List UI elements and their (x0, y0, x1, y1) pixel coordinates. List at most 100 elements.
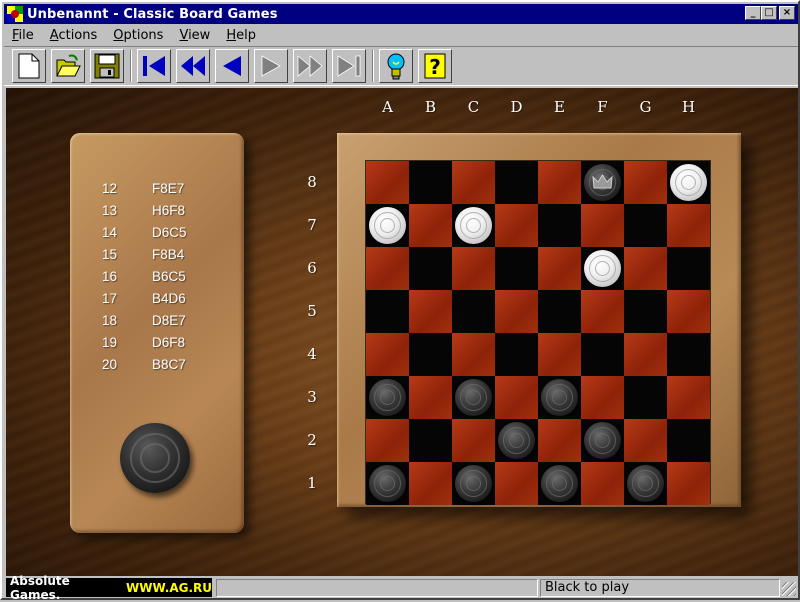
board-square-b6[interactable] (409, 247, 452, 290)
board-square-a6[interactable] (366, 247, 409, 290)
menu-view[interactable]: View (171, 28, 218, 43)
new-button[interactable] (12, 49, 46, 83)
resize-grip[interactable] (782, 582, 796, 596)
minimize-button[interactable]: _ (745, 6, 761, 20)
board-square-f6[interactable] (581, 247, 624, 290)
board-square-h2[interactable] (667, 419, 710, 462)
dark-piece[interactable] (455, 379, 492, 416)
board-square-d4[interactable] (495, 333, 538, 376)
save-button[interactable] (90, 49, 124, 83)
step-forward-button[interactable] (254, 49, 288, 83)
board-square-g3[interactable] (624, 376, 667, 419)
board-square-a5[interactable] (366, 290, 409, 333)
last-move-button[interactable] (332, 49, 366, 83)
help-button[interactable]: ? (418, 49, 452, 83)
board-square-c7[interactable] (452, 204, 495, 247)
board-square-b1[interactable] (409, 462, 452, 505)
board-square-c4[interactable] (452, 333, 495, 376)
board-square-d7[interactable] (495, 204, 538, 247)
white-piece[interactable] (584, 250, 621, 287)
board-square-a7[interactable] (366, 204, 409, 247)
white-piece[interactable] (369, 207, 406, 244)
board-square-a2[interactable] (366, 419, 409, 462)
board-square-g2[interactable] (624, 419, 667, 462)
rewind-button[interactable] (176, 49, 210, 83)
board-square-e8[interactable] (538, 161, 581, 204)
board-square-c8[interactable] (452, 161, 495, 204)
menu-help[interactable]: Help (218, 28, 264, 43)
dark-piece[interactable] (498, 422, 535, 459)
board-square-b8[interactable] (409, 161, 452, 204)
board-square-e2[interactable] (538, 419, 581, 462)
board-square-c6[interactable] (452, 247, 495, 290)
white-piece[interactable] (455, 207, 492, 244)
board-square-e1[interactable] (538, 462, 581, 505)
board-square-e4[interactable] (538, 333, 581, 376)
board-square-e7[interactable] (538, 204, 581, 247)
maximize-button[interactable]: □ (761, 6, 777, 20)
board-square-e6[interactable] (538, 247, 581, 290)
dark-piece[interactable] (369, 465, 406, 502)
board-square-a3[interactable] (366, 376, 409, 419)
board-square-g6[interactable] (624, 247, 667, 290)
board-square-d2[interactable] (495, 419, 538, 462)
menu-file[interactable]: File (4, 28, 42, 43)
dark-piece[interactable] (627, 465, 664, 502)
board-square-c2[interactable] (452, 419, 495, 462)
board-square-d8[interactable] (495, 161, 538, 204)
board-square-f3[interactable] (581, 376, 624, 419)
menu-options[interactable]: Options (105, 28, 171, 43)
board-square-f2[interactable] (581, 419, 624, 462)
board-square-h4[interactable] (667, 333, 710, 376)
checkers-board[interactable] (365, 160, 711, 505)
board-square-f8[interactable] (581, 161, 624, 204)
board-square-a4[interactable] (366, 333, 409, 376)
board-square-h6[interactable] (667, 247, 710, 290)
board-square-b5[interactable] (409, 290, 452, 333)
board-square-d5[interactable] (495, 290, 538, 333)
board-square-h1[interactable] (667, 462, 710, 505)
dark-piece[interactable] (584, 422, 621, 459)
board-square-e3[interactable] (538, 376, 581, 419)
board-square-g1[interactable] (624, 462, 667, 505)
board-square-g5[interactable] (624, 290, 667, 333)
board-square-c3[interactable] (452, 376, 495, 419)
hint-button[interactable] (379, 49, 413, 83)
board-square-f4[interactable] (581, 333, 624, 376)
board-square-f7[interactable] (581, 204, 624, 247)
board-square-h7[interactable] (667, 204, 710, 247)
board-square-a8[interactable] (366, 161, 409, 204)
board-square-d3[interactable] (495, 376, 538, 419)
board-square-b2[interactable] (409, 419, 452, 462)
first-move-button[interactable] (137, 49, 171, 83)
king-dark-piece[interactable] (584, 164, 621, 201)
board-square-d6[interactable] (495, 247, 538, 290)
close-button[interactable]: × (779, 6, 795, 20)
board-square-e5[interactable] (538, 290, 581, 333)
board-square-a1[interactable] (366, 462, 409, 505)
board-square-b3[interactable] (409, 376, 452, 419)
board-square-h5[interactable] (667, 290, 710, 333)
board-square-b4[interactable] (409, 333, 452, 376)
board-square-c5[interactable] (452, 290, 495, 333)
board-square-h8[interactable] (667, 161, 710, 204)
board-square-c1[interactable] (452, 462, 495, 505)
board-square-h3[interactable] (667, 376, 710, 419)
step-back-button[interactable] (215, 49, 249, 83)
open-button[interactable] (51, 49, 85, 83)
dark-piece[interactable] (369, 379, 406, 416)
board-square-d1[interactable] (495, 462, 538, 505)
white-piece[interactable] (670, 164, 707, 201)
app-icon[interactable] (7, 6, 23, 22)
board-square-f1[interactable] (581, 462, 624, 505)
dark-piece[interactable] (541, 465, 578, 502)
board-square-g4[interactable] (624, 333, 667, 376)
dark-piece[interactable] (455, 465, 492, 502)
dark-piece[interactable] (541, 379, 578, 416)
board-square-g7[interactable] (624, 204, 667, 247)
board-square-b7[interactable] (409, 204, 452, 247)
fast-forward-button[interactable] (293, 49, 327, 83)
menu-actions[interactable]: Actions (42, 28, 106, 43)
board-square-f5[interactable] (581, 290, 624, 333)
board-square-g8[interactable] (624, 161, 667, 204)
